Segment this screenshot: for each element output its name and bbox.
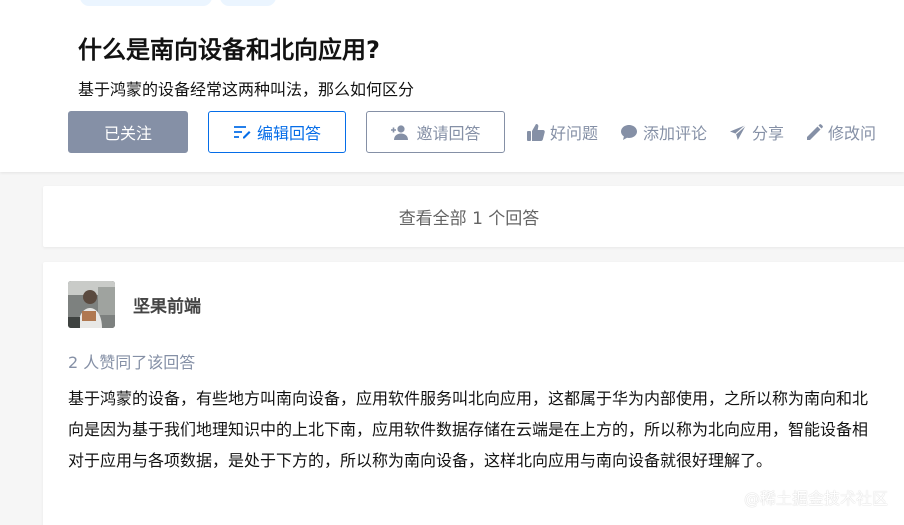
add-comment-button[interactable]: 添加评论 [620,120,707,144]
avatar[interactable] [68,281,115,328]
invite-answer-button[interactable]: 邀请回答 [366,111,505,153]
share-button[interactable]: 分享 [729,120,784,144]
view-all-answers-label: 查看全部 1 个回答 [398,209,540,229]
avatar-image [68,281,115,328]
modify-question-button[interactable]: 修改问 [806,120,876,144]
voters-count[interactable]: 2 人赞同了该回答 [68,349,195,373]
topic-tags [80,0,276,6]
edit-answer-button[interactable]: 编辑回答 [208,111,346,153]
share-icon [730,124,747,140]
topic-tag[interactable] [80,0,212,6]
question-header: 什么是南向设备和北向应用? 基于鸿蒙的设备经常这两种叫法，那么如何区分 已关注 … [0,0,904,172]
followed-button[interactable]: 已关注 [68,111,188,153]
author-name[interactable]: 坚果前端 [133,292,201,317]
comment-icon [621,124,638,140]
good-question-button[interactable]: 好问题 [527,120,598,144]
share-label: 分享 [752,124,785,143]
invite-answer-label: 邀请回答 [416,124,481,143]
edit-icon [233,126,251,139]
question-title: 什么是南向设备和北向应用? [78,36,380,64]
question-description: 基于鸿蒙的设备经常这两种叫法，那么如何区分 [78,80,415,99]
add-comment-label: 添加评论 [643,124,708,143]
thumb-up-icon [527,123,545,141]
question-actions: 已关注 编辑回答 邀请回答 好问题 添加评论 分享 修改问 [68,111,876,153]
watermark: @稀土掘金技术社区 [743,489,888,508]
modify-question-label: 修改问 [828,124,877,143]
view-all-answers-button[interactable]: 查看全部 1 个回答 [43,186,904,247]
pencil-icon [807,123,823,140]
followed-label: 已关注 [103,124,152,143]
answer-content: 基于鸿蒙的设备，有些地方叫南向设备，应用软件服务叫北向应用，这都属于华为内部使用… [68,389,869,470]
topic-tag[interactable] [220,0,276,6]
invite-icon [391,125,409,140]
edit-answer-label: 编辑回答 [256,124,321,143]
good-question-label: 好问题 [550,124,599,143]
